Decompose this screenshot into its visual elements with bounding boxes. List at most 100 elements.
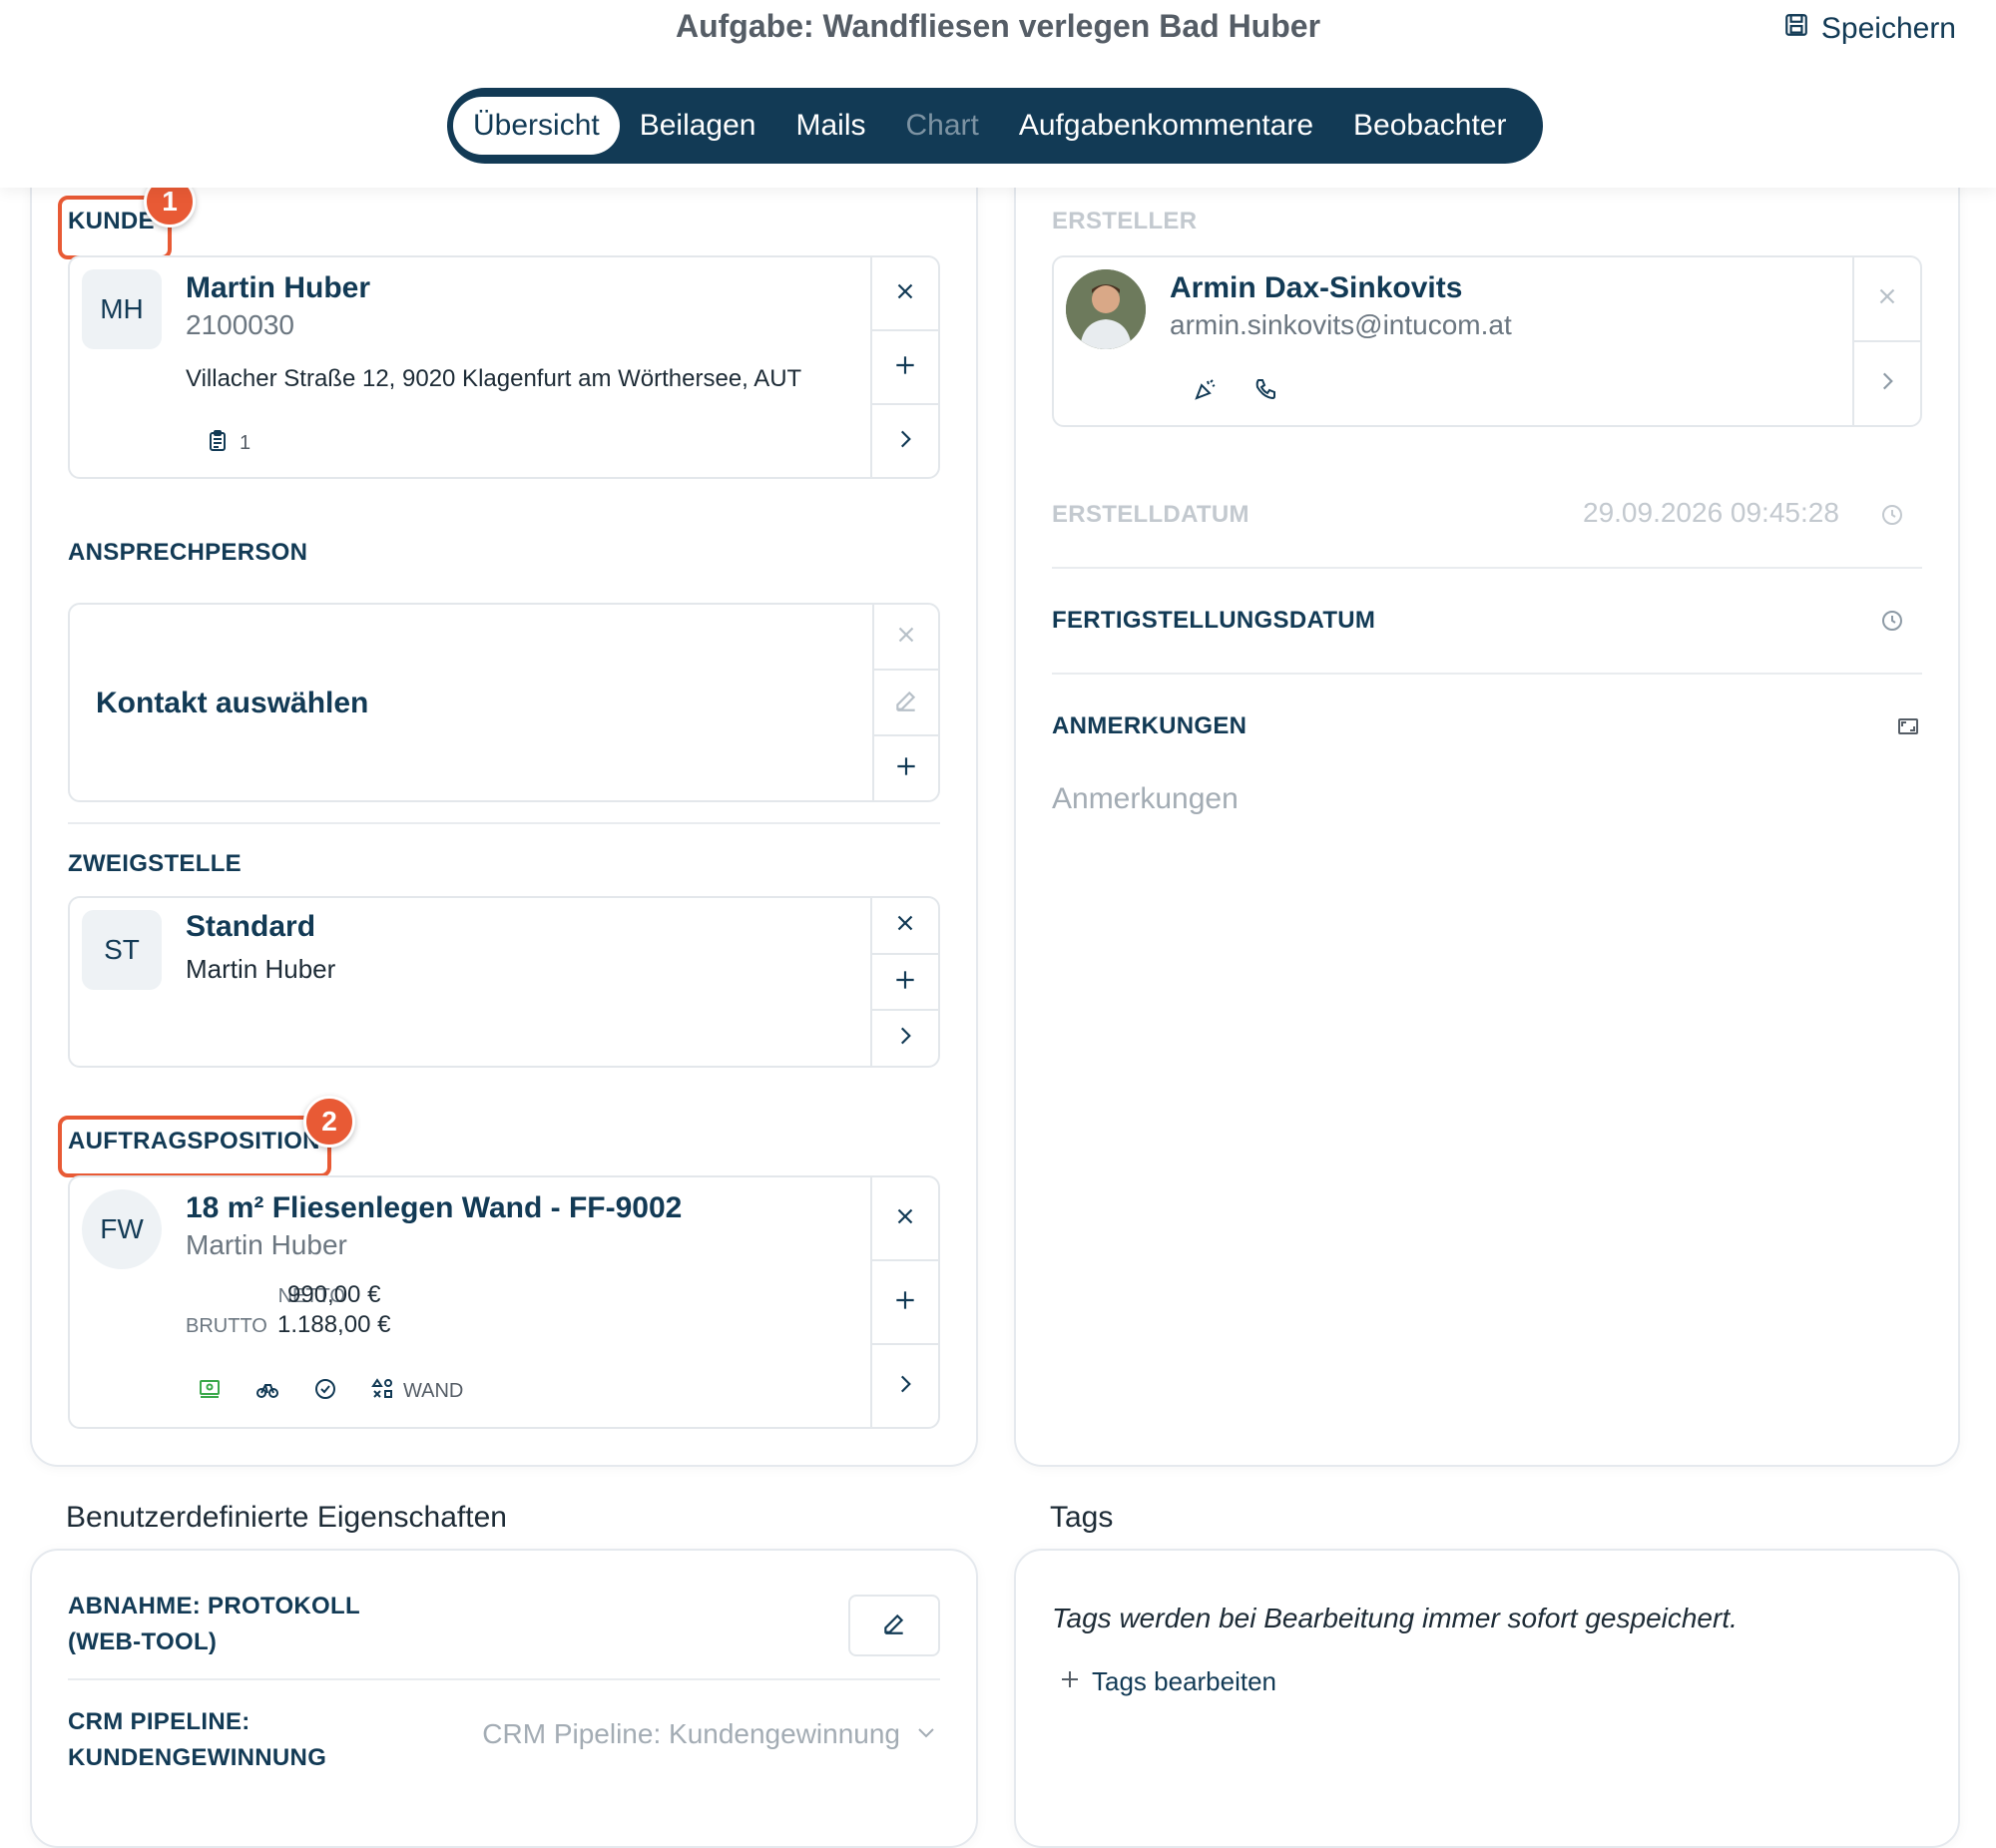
zweigstelle-label: ZWEIGSTELLE — [68, 850, 242, 877]
kunde-add-button[interactable] — [872, 331, 938, 405]
auftragsposition-remove-button[interactable] — [872, 1177, 938, 1261]
kunde-remove-button[interactable] — [872, 257, 938, 331]
close-icon — [892, 278, 918, 309]
ansprechperson-remove-button[interactable] — [874, 605, 938, 671]
tab-bar: Übersicht Beilagen Mails Chart Aufgabenk… — [447, 88, 1543, 164]
crm-label-line2: KUNDENGEWINNUNG — [68, 1744, 327, 1771]
abnahme-edit-button[interactable] — [848, 1595, 940, 1656]
kunde-name: Martin Huber — [186, 271, 371, 304]
crm-label: CRM PIPELINE: KUNDENGEWINNUNG — [68, 1704, 326, 1776]
callout-badge-2: 2 — [303, 1096, 355, 1148]
netto-value: 990,00 € — [287, 1281, 381, 1308]
document-count[interactable]: 1 — [206, 429, 250, 458]
save-label: Speichern — [1820, 12, 1956, 45]
plus-icon — [892, 352, 918, 383]
chevron-right-icon — [892, 1371, 918, 1402]
close-icon — [1874, 283, 1900, 314]
ansprechperson-actions — [872, 605, 938, 800]
ansprechperson-add-button[interactable] — [874, 736, 938, 800]
tags-edit-label: Tags bearbeiten — [1092, 1666, 1277, 1696]
auftragsposition-sub: Martin Huber — [186, 1229, 347, 1260]
chevron-right-icon — [1874, 368, 1900, 399]
close-icon — [892, 1203, 918, 1234]
divider — [68, 1678, 940, 1680]
ansprechperson-card[interactable]: Kontakt auswählen — [68, 603, 940, 802]
kunde-address: Villacher Straße 12, 9020 Klagenfurt am … — [186, 365, 802, 392]
ersteller-email: armin.sinkovits@intucom.at — [1170, 309, 1512, 340]
kontakt-auswaehlen[interactable]: Kontakt auswählen — [96, 687, 368, 720]
abnahme-label: ABNAHME: PROTOKOLL (WEB-TOOL) — [68, 1589, 360, 1660]
phone-icon[interactable] — [1253, 377, 1277, 406]
category-tag: WAND — [371, 1377, 463, 1406]
ansprechperson-edit-button[interactable] — [874, 671, 938, 736]
auftragsposition-card[interactable]: FW 18 m² Fliesenlegen Wand - FF-9002 Mar… — [68, 1175, 940, 1429]
kunde-card[interactable]: MH Martin Huber 2100030 Villacher Straße… — [68, 255, 940, 479]
bicycle-icon — [255, 1377, 279, 1406]
tab-mails[interactable]: Mails — [775, 97, 885, 155]
chevron-down-icon — [914, 1720, 938, 1749]
page-title: Aufgabe: Wandfliesen verlegen Bad Huber — [675, 8, 1321, 44]
abnahme-label-line1: ABNAHME: PROTOKOLL — [68, 1593, 360, 1619]
tab-beilagen[interactable]: Beilagen — [620, 97, 776, 155]
close-icon — [892, 910, 918, 941]
ersteller-card[interactable]: Armin Dax-Sinkovits armin.sinkovits@intu… — [1052, 255, 1922, 427]
clock-icon[interactable] — [1880, 609, 1904, 638]
document-count-value: 1 — [240, 432, 251, 454]
auftragsposition-name: 18 m² Fliesenlegen Wand - FF-9002 — [186, 1191, 683, 1224]
save-button[interactable]: Speichern — [1783, 12, 1956, 46]
chevron-right-icon — [892, 1023, 918, 1054]
floppy-disk-icon — [1783, 12, 1809, 46]
chevron-right-icon — [892, 426, 918, 457]
ersteller-name: Armin Dax-Sinkovits — [1170, 271, 1463, 304]
zweigstelle-open-button[interactable] — [872, 1011, 938, 1066]
tags-edit-button[interactable]: Tags bearbeiten — [1058, 1666, 1276, 1697]
kunde-open-button[interactable] — [872, 405, 938, 477]
ansprechperson-label: ANSPRECHPERSON — [68, 539, 308, 566]
divider — [68, 822, 940, 824]
ersteller-contact-icons — [1194, 377, 1277, 406]
zweigstelle-add-button[interactable] — [872, 955, 938, 1012]
crm-select[interactable]: CRM Pipeline: Kundengewinnung — [459, 1718, 938, 1750]
auftragsposition-add-button[interactable] — [872, 1261, 938, 1345]
tab-uebersicht[interactable]: Übersicht — [453, 97, 620, 155]
tab-chart[interactable]: Chart — [886, 97, 999, 155]
fertigstellungsdatum-label: FERTIGSTELLUNGSDATUM — [1052, 607, 1376, 634]
tab-aufgabenkommentare[interactable]: Aufgabenkommentare — [999, 97, 1333, 155]
crm-label-line1: CRM PIPELINE: — [68, 1708, 250, 1735]
invoice-icon — [198, 1377, 222, 1406]
tab-beobachter[interactable]: Beobachter — [1333, 97, 1526, 155]
check-circle-icon — [313, 1377, 337, 1406]
plus-icon — [892, 967, 918, 998]
callout-highlight-2 — [58, 1116, 331, 1177]
ersteller-remove-button[interactable] — [1854, 257, 1920, 342]
abnahme-label-line2: (WEB-TOOL) — [68, 1628, 218, 1655]
ersteller-open-button[interactable] — [1854, 342, 1920, 425]
custom-props-heading: Benutzerdefinierte Eigenschaften — [66, 1501, 507, 1534]
zweigstelle-sub: Martin Huber — [186, 954, 336, 984]
anmerkungen-input[interactable]: Anmerkungen — [1052, 782, 1239, 816]
pencil-icon — [881, 1611, 907, 1641]
zweigstelle-card[interactable]: ST Standard Martin Huber — [68, 896, 940, 1068]
position-status-icons: WAND — [198, 1377, 463, 1406]
category-label: WAND — [403, 1380, 464, 1402]
party-popper-icon[interactable] — [1194, 377, 1218, 406]
divider — [1052, 567, 1922, 569]
auftragsposition-avatar: FW — [82, 1189, 162, 1269]
erstelldatum-value: 29.09.2026 09:45:28 — [1583, 497, 1839, 528]
auftragsposition-open-button[interactable] — [872, 1345, 938, 1427]
expand-icon[interactable] — [1896, 714, 1920, 743]
erstelldatum-label: ERSTELLDATUM — [1052, 501, 1249, 528]
shapes-icon — [371, 1377, 395, 1406]
plus-icon — [1058, 1667, 1082, 1696]
crm-select-value: CRM Pipeline: Kundengewinnung — [482, 1718, 900, 1749]
plus-icon — [893, 753, 919, 784]
ersteller-label: ERSTELLER — [1052, 208, 1198, 234]
kunde-number: 2100030 — [186, 309, 295, 340]
anmerkungen-label: ANMERKUNGEN — [1052, 712, 1248, 739]
zweigstelle-remove-button[interactable] — [872, 898, 938, 955]
clock-icon — [1880, 503, 1904, 532]
zweigstelle-avatar: ST — [82, 910, 162, 990]
ersteller-actions — [1852, 257, 1920, 425]
ersteller-avatar — [1066, 269, 1146, 349]
pencil-icon — [893, 688, 919, 718]
